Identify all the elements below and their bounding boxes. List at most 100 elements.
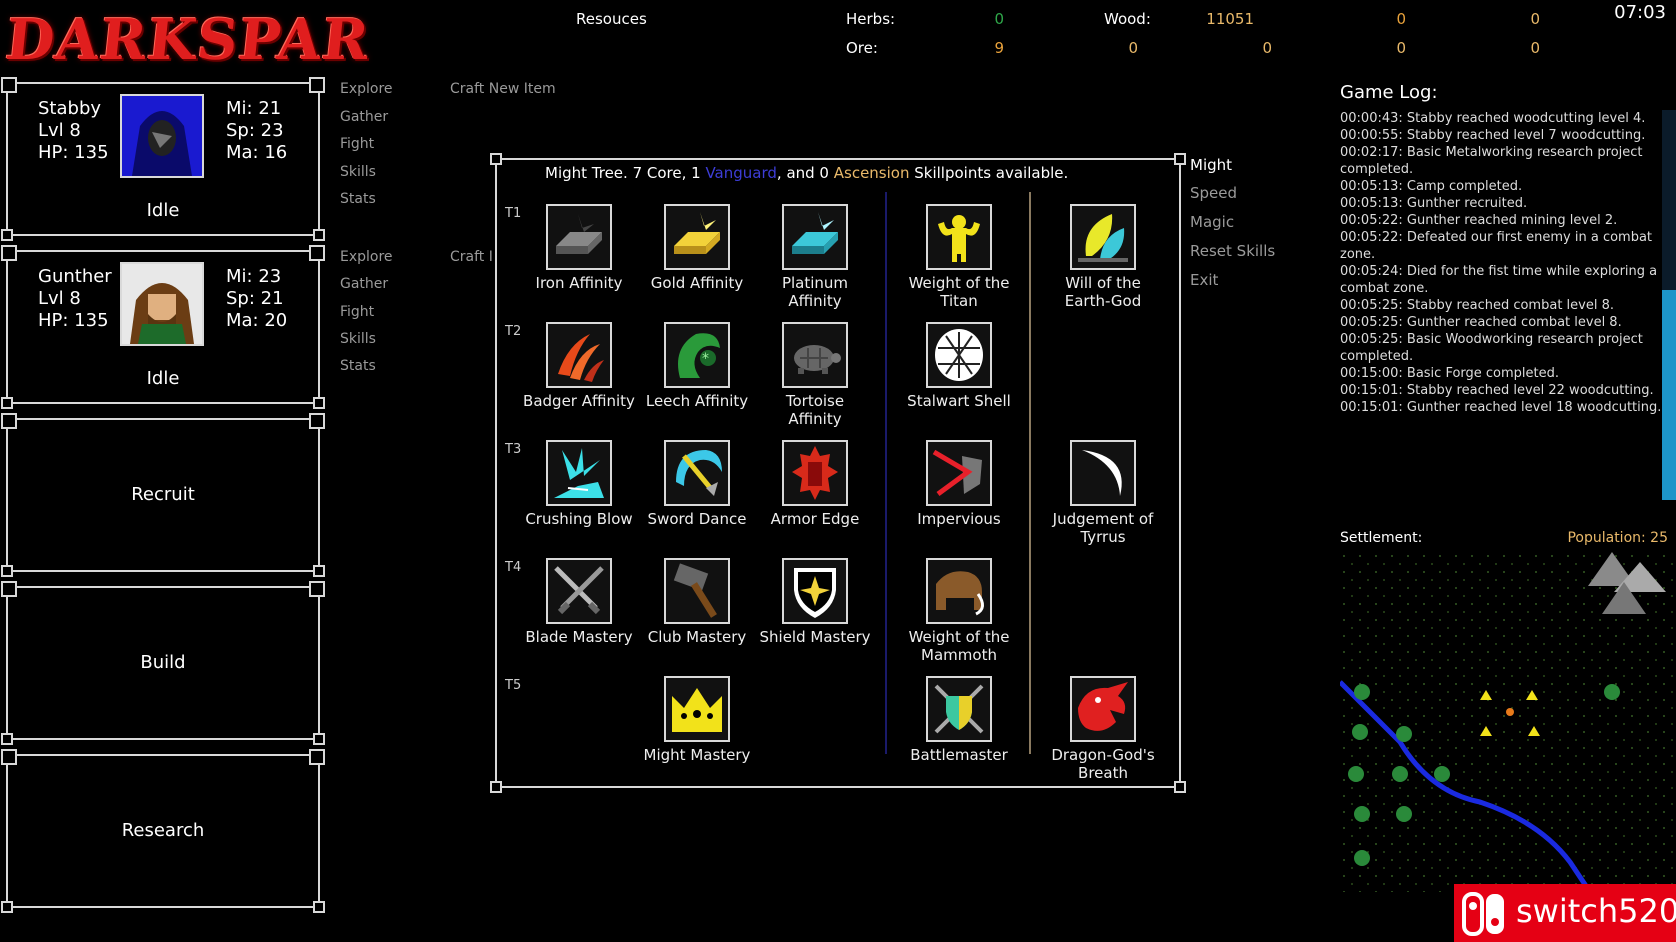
hero-magic: Ma: 16 (226, 142, 288, 163)
skill-armor-edge[interactable]: Armor Edge (757, 440, 873, 528)
skill-label: Battlemaster (910, 746, 1008, 764)
crown-icon (672, 688, 722, 732)
menu-skills[interactable]: Skills (340, 163, 376, 181)
hero-speed: Sp: 21 (226, 288, 284, 309)
game-logo: DARKSPAR (2, 7, 374, 73)
skill-will-of-the-earth-god[interactable]: Will of the Earth-God (1045, 204, 1161, 310)
skill-label: Badger Affinity (523, 392, 635, 410)
skill-badger-affinity[interactable]: Badger Affinity (521, 322, 637, 410)
ascension-text: Ascension (833, 164, 910, 182)
tab-might[interactable]: Might (1190, 156, 1232, 174)
shell-icon (935, 329, 983, 381)
menu-explore[interactable]: Explore (340, 80, 393, 98)
settlement-map[interactable] (1338, 552, 1676, 894)
skill-battlemaster[interactable]: Battlemaster (901, 676, 1017, 764)
menu-gather[interactable]: Gather (340, 108, 388, 126)
skill-label: Sword Dance (647, 510, 747, 528)
skill-impervious[interactable]: Impervious (901, 440, 1017, 528)
skill-crushing-blow[interactable]: Crushing Blow (521, 440, 637, 528)
watermark-text: switch520 (1516, 892, 1676, 930)
skill-gold-affinity[interactable]: Gold Affinity (639, 204, 755, 292)
menu-stats[interactable]: Stats (340, 357, 376, 375)
skill-iron-affinity[interactable]: Iron Affinity (521, 204, 637, 292)
skill-dragon-gods-breath[interactable]: Dragon-God's Breath (1045, 676, 1161, 782)
dragon-head-icon (1078, 682, 1128, 731)
hero-card-gunther[interactable]: Gunther Lvl 8 HP: 135 Mi: 23 Sp: 21 Ma: … (1, 245, 325, 409)
shield-icon (794, 568, 836, 618)
skill-label: Will of the Earth-God (1064, 274, 1142, 310)
skill-stalwart-shell[interactable]: Stalwart Shell (901, 322, 1017, 410)
skill-blade-mastery[interactable]: Blade Mastery (521, 558, 637, 646)
hero-level: Lvl 8 (38, 288, 81, 309)
hero-hp: HP: 135 (38, 310, 109, 331)
ore-label: Ore: (846, 39, 878, 57)
menu-fight[interactable]: Fight (340, 135, 374, 153)
menu-gather[interactable]: Gather (340, 275, 388, 293)
log-entry: 00:15:01: Stabby reached level 22 woodcu… (1340, 383, 1654, 398)
hero-speed: Sp: 23 (226, 120, 284, 141)
gold-ingot-icon (674, 212, 720, 254)
iron-ingot-icon (556, 214, 602, 254)
skill-label: Platinum Affinity (781, 274, 849, 310)
resource-value: 0 (1530, 10, 1540, 28)
log-scrollbar-thumb[interactable] (1662, 290, 1676, 500)
hero-might: Mi: 23 (226, 266, 282, 287)
title-text: Might Tree. 7 Core, 1 (545, 164, 706, 182)
menu-explore[interactable]: Explore (340, 248, 393, 266)
crescent-blade-icon (1082, 450, 1122, 496)
skill-might-mastery[interactable]: Might Mastery (639, 676, 755, 764)
skill-label: Impervious (917, 510, 1001, 528)
shatter-icon (554, 448, 604, 498)
log-entry: 00:00:55: Stabby reached level 7 woodcut… (1340, 128, 1646, 143)
population-count: Population: 25 (1567, 530, 1668, 546)
skill-platinum-affinity[interactable]: Platinum Affinity (757, 204, 873, 310)
research-button[interactable]: Research (1, 749, 325, 913)
skill-leech-affinity[interactable]: * Leech Affinity (639, 322, 755, 410)
skill-tree-title: Might Tree. 7 Core, 1 Vanguard, and 0 As… (545, 164, 1068, 182)
resource-value: 0 (1530, 39, 1540, 57)
skill-label: Club Mastery (647, 628, 747, 646)
ascension-divider (1029, 192, 1031, 754)
tab-speed[interactable]: Speed (1190, 184, 1237, 202)
campfire-icon (1506, 708, 1514, 716)
recruit-button[interactable]: Recruit (1, 413, 325, 577)
menu-stats[interactable]: Stats (340, 190, 376, 208)
log-entry: 00:05:13: Gunther recruited. (1340, 196, 1528, 211)
game-log: 00:00:43: Stabby reached woodcutting lev… (1340, 110, 1662, 416)
resources-title: Resouces (576, 10, 647, 28)
reset-skills-button[interactable]: Reset Skills (1190, 242, 1275, 260)
log-entry: 00:05:25: Basic Woodworking research pro… (1340, 332, 1643, 364)
skill-label: Shield Mastery (759, 628, 871, 646)
tab-magic[interactable]: Magic (1190, 213, 1234, 231)
skill-tortoise-affinity[interactable]: Tortoise Affinity (757, 322, 873, 428)
hero-status: Idle (146, 368, 180, 389)
hero-might: Mi: 21 (226, 98, 282, 119)
menu-craft-item[interactable]: Craft I (450, 248, 493, 266)
exit-button[interactable]: Exit (1190, 271, 1218, 289)
menu-skills[interactable]: Skills (340, 330, 376, 348)
skill-label: Armor Edge (770, 510, 860, 528)
hero-hp: HP: 135 (38, 142, 109, 163)
build-button[interactable]: Build (1, 581, 325, 745)
log-entry: 00:05:22: Defeated our first enemy in a … (1340, 230, 1653, 262)
leaf-icon (1078, 214, 1128, 262)
log-entry: 00:15:01: Gunther reached level 18 woodc… (1340, 400, 1662, 415)
hero-card-stabby[interactable]: Stabby Lvl 8 HP: 135 Mi: 21 Sp: 23 Ma: 1… (1, 77, 325, 241)
skill-shield-mastery[interactable]: Shield Mastery (757, 558, 873, 646)
menu-craft-new-item[interactable]: Craft New Item (450, 80, 556, 98)
research-label: Research (121, 820, 205, 841)
skill-judgement-of-tyrrus[interactable]: Judgement of Tyrrus (1045, 440, 1161, 546)
wood-value: 11051 (1206, 10, 1254, 28)
tier-label: T4 (505, 560, 522, 575)
tier-label: T1 (505, 206, 522, 221)
skill-sword-dance[interactable]: Sword Dance (639, 440, 755, 528)
skill-label: Dragon-God's Breath (1051, 746, 1155, 782)
log-entry: 00:00:43: Stabby reached woodcutting lev… (1340, 111, 1646, 126)
hero-magic: Ma: 20 (226, 310, 288, 331)
skill-weight-of-the-titan[interactable]: Weight of the Titan (901, 204, 1017, 310)
skill-weight-of-the-mammoth[interactable]: Weight of the Mammoth (901, 558, 1017, 664)
skill-club-mastery[interactable]: Club Mastery (639, 558, 755, 646)
menu-fight[interactable]: Fight (340, 303, 374, 321)
title-text: , and 0 (776, 164, 834, 182)
herbs-label: Herbs: (846, 10, 896, 28)
